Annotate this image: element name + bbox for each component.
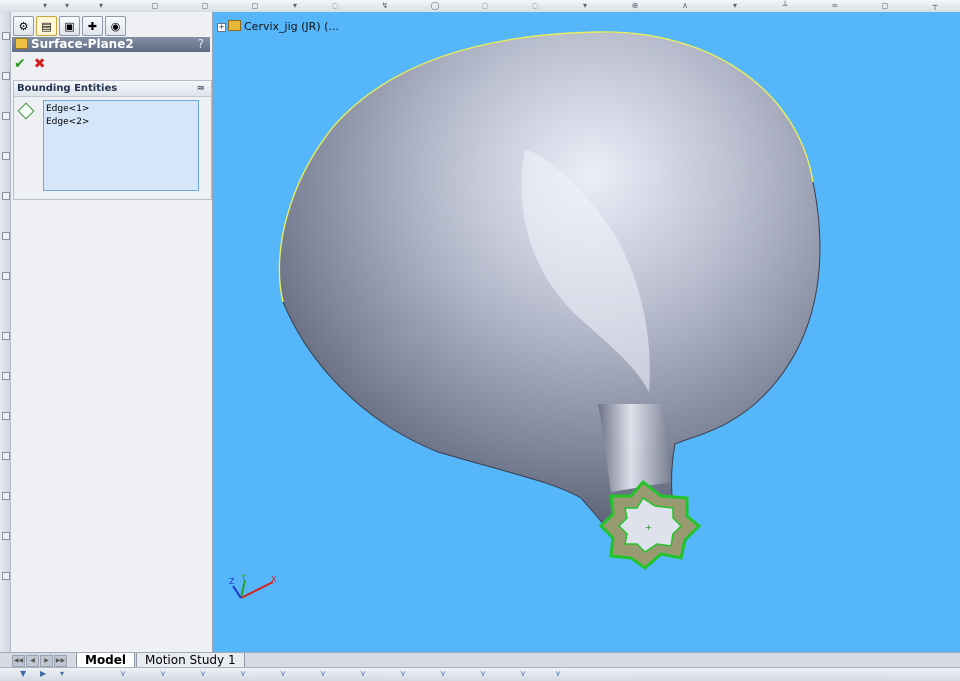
toolbar-icon[interactable]: ⊕ (630, 1, 640, 10)
toolbar-icon[interactable]: ▶ (40, 670, 48, 678)
last-tab-button[interactable]: ▶▶ (54, 655, 67, 667)
toolbar-icon[interactable]: ⋎ (120, 670, 128, 678)
toolbar-icon[interactable]: ▾ (40, 1, 50, 10)
strip-button[interactable] (2, 532, 10, 540)
toolbar-icon[interactable]: ⋎ (480, 670, 488, 678)
left-tool-strip (0, 12, 11, 652)
toolbar-icon[interactable]: ⋎ (200, 670, 208, 678)
edge-selection-icon (17, 102, 35, 120)
strip-button[interactable] (2, 232, 10, 240)
toolbar-icon[interactable]: ◻ (250, 1, 260, 10)
bottom-toolbar: ▼ ▶ ▾ ⋎ ⋎ ⋎ ⋎ ⋎ ⋎ ⋎ ⋎ ⋎ ⋎ ⋎ ⋎ (0, 667, 960, 681)
toolbar-icon[interactable]: ⋎ (320, 670, 328, 678)
toolbar-icon[interactable]: ◻ (880, 1, 890, 10)
strip-button[interactable] (2, 272, 10, 280)
balloon-surface[interactable] (278, 31, 821, 541)
next-tab-button[interactable]: ▶ (40, 655, 53, 667)
cancel-button[interactable]: ✖ (34, 56, 46, 72)
property-manager-icon[interactable]: ▤ (36, 16, 57, 36)
toolbar-icon[interactable]: ◻ (200, 1, 210, 10)
tab-model[interactable]: Model (76, 653, 136, 668)
display-manager-icon[interactable]: ◉ (105, 16, 126, 36)
strip-button[interactable] (2, 152, 10, 160)
toolbar-icon[interactable]: ◌ (330, 1, 340, 10)
strip-button[interactable] (2, 192, 10, 200)
bounding-entities-list[interactable]: Edge<1> Edge<2> (43, 100, 199, 191)
view-triad: X Y Z (229, 573, 277, 599)
toolbar-icon[interactable]: ▾ (62, 1, 72, 10)
triad-z-label: Z (229, 577, 235, 586)
group-header[interactable]: Bounding Entities ≈ (14, 81, 211, 97)
ok-button[interactable]: ✔ (14, 56, 26, 72)
strip-button[interactable] (2, 412, 10, 420)
prev-tab-button[interactable]: ◀ (26, 655, 39, 667)
strip-button[interactable] (2, 72, 10, 80)
toolbar-icon[interactable]: ◯ (430, 1, 440, 10)
toolbar-icon[interactable]: ▾ (60, 670, 68, 678)
feature-tree-header[interactable]: + Cervix_jig (JR) (... (217, 20, 339, 33)
first-tab-button[interactable]: ◀◀ (12, 655, 25, 667)
toolbar-icon[interactable]: ┴ (780, 1, 790, 10)
strip-button[interactable] (2, 492, 10, 500)
document-title: Cervix_jig (JR) (... (244, 20, 339, 33)
triad-y-label: Y (240, 573, 246, 582)
toolbar-icon[interactable]: ▾ (580, 1, 590, 10)
toolbar-icon[interactable]: ▾ (290, 1, 300, 10)
dimxpert-icon[interactable]: ✚ (82, 16, 103, 36)
toolbar-icon[interactable]: ┬ (930, 1, 940, 10)
feature-manager-icon[interactable]: ⚙ (13, 16, 34, 36)
ok-cancel-bar: ✔ ✖ (14, 56, 45, 72)
feature-title-bar: Surface-Plane2 ? (12, 37, 210, 52)
toolbar-icon[interactable]: ⋎ (400, 670, 408, 678)
toolbar-icon[interactable]: ▾ (730, 1, 740, 10)
toolbar-icon[interactable]: ⋎ (440, 670, 448, 678)
expand-icon[interactable]: + (217, 23, 226, 32)
toolbar-icon[interactable]: ⋎ (160, 670, 168, 678)
tab-motion-study-1[interactable]: Motion Study 1 (136, 653, 245, 668)
toolbar-icon[interactable]: ◌ (530, 1, 540, 10)
toolbar-icon[interactable]: ◌ (480, 1, 490, 10)
toolbar-icon[interactable]: ⋎ (280, 670, 288, 678)
toolbar-icon[interactable]: ⋎ (240, 670, 248, 678)
toolbar-icon[interactable]: ↯ (380, 1, 390, 10)
bounding-entities-group: Bounding Entities ≈ Edge<1> Edge<2> (13, 80, 212, 200)
bottom-tab-bar: ◀◀ ◀ ▶ ▶▶ Model Motion Study 1 (0, 652, 960, 668)
group-title: Bounding Entities (17, 83, 118, 94)
toolbar-icon[interactable]: ◻ (150, 1, 160, 10)
strip-button[interactable] (2, 332, 10, 340)
strip-button[interactable] (2, 452, 10, 460)
strip-button[interactable] (2, 32, 10, 40)
toolbar-icon[interactable]: ⋎ (520, 670, 528, 678)
strip-button[interactable] (2, 572, 10, 580)
strip-button[interactable] (2, 372, 10, 380)
list-item[interactable]: Edge<1> (46, 103, 198, 116)
model-canvas: + (278, 31, 821, 570)
triad-x-label: X (271, 575, 277, 584)
tab-navigation: ◀◀ ◀ ▶ ▶▶ (12, 655, 67, 667)
toolbar-icon[interactable]: ▼ (20, 670, 28, 678)
property-manager-panel: ⚙ ▤ ▣ ✚ ◉ Surface-Plane2 ? ✔ ✖ Bounding … (11, 12, 213, 652)
configuration-manager-icon[interactable]: ▣ (59, 16, 80, 36)
feature-title: Surface-Plane2 (31, 37, 134, 51)
toolbar-icon[interactable]: ∧ (680, 1, 690, 10)
center-point-marker: + (645, 523, 652, 532)
toolbar-icon[interactable]: ⋎ (360, 670, 368, 678)
toolbar-icon[interactable]: ⋎ (555, 670, 563, 678)
toolbar-icon[interactable]: ▾ (96, 1, 106, 10)
strip-button[interactable] (2, 112, 10, 120)
collapse-icon[interactable]: ≈ (197, 81, 205, 96)
surface-plane-icon (15, 38, 28, 49)
list-item[interactable]: Edge<2> (46, 116, 198, 129)
help-button[interactable]: ? (198, 37, 204, 52)
toolbar-icon[interactable]: ≈ (830, 1, 840, 10)
part-icon (228, 20, 241, 31)
manager-tabs: ⚙ ▤ ▣ ✚ ◉ (13, 16, 126, 36)
graphics-viewport[interactable]: + + Cervix_jig (JR) (... X Y Z (213, 12, 960, 652)
